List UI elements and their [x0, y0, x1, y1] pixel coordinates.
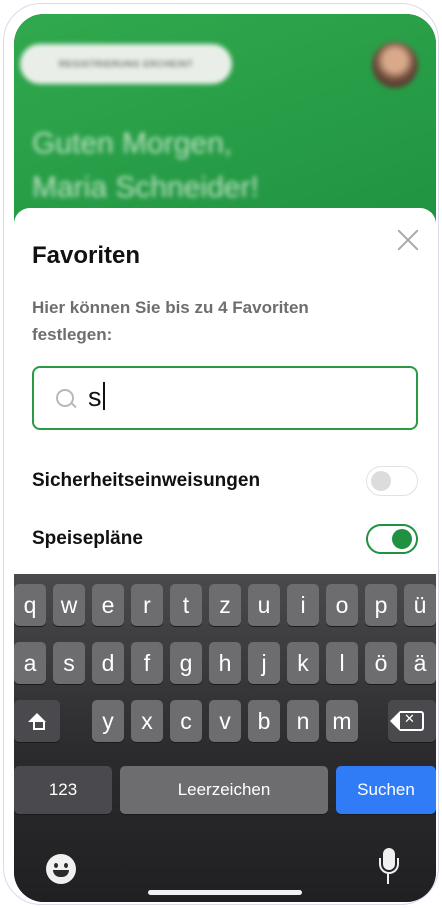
- key-p[interactable]: p: [365, 584, 397, 626]
- key-d[interactable]: d: [92, 642, 124, 684]
- key-e[interactable]: e: [92, 584, 124, 626]
- shift-key[interactable]: [14, 700, 60, 742]
- key-g[interactable]: g: [170, 642, 202, 684]
- greeting: Guten Morgen, Maria Schneider!: [32, 122, 259, 210]
- toggle-knob: [371, 471, 391, 491]
- favorites-sheet: Favoriten Hier können Sie bis zu 4 Favor…: [14, 208, 436, 588]
- registration-pill[interactable]: REGISTRIERUNG ERCHEINT: [20, 44, 232, 84]
- key-f[interactable]: f: [131, 642, 163, 684]
- favorite-row-safety: Sicherheitseinweisungen: [32, 464, 418, 498]
- key-x[interactable]: x: [131, 700, 163, 742]
- key-y[interactable]: y: [92, 700, 124, 742]
- key-z[interactable]: z: [209, 584, 241, 626]
- keyboard-row-2: a s d f g h j k l ö ä: [14, 642, 436, 684]
- greeting-line-2: Maria Schneider!: [32, 171, 259, 204]
- key-w[interactable]: w: [53, 584, 85, 626]
- sheet-title: Favoriten: [32, 242, 141, 269]
- onscreen-keyboard: q w e r t z u i o p ü a s d f g h j k l …: [14, 574, 436, 902]
- key-k[interactable]: k: [287, 642, 319, 684]
- avatar[interactable]: [372, 42, 418, 88]
- favorite-label: Sicherheitseinweisungen: [32, 470, 261, 491]
- favorite-row-menus: Speisepläne: [32, 522, 418, 556]
- key-i[interactable]: i: [287, 584, 319, 626]
- key-v[interactable]: v: [209, 700, 241, 742]
- keyboard-row-4: 123 Leerzeichen Suchen: [14, 766, 436, 814]
- greeting-line-1: Guten Morgen,: [32, 127, 233, 160]
- key-u[interactable]: u: [248, 584, 280, 626]
- close-icon[interactable]: [396, 228, 420, 252]
- microphone-icon[interactable]: [378, 848, 400, 888]
- key-o[interactable]: o: [326, 584, 358, 626]
- search-value: s: [88, 382, 105, 413]
- key-q[interactable]: q: [14, 584, 46, 626]
- key-n[interactable]: n: [287, 700, 319, 742]
- key-s[interactable]: s: [53, 642, 85, 684]
- key-ae[interactable]: ä: [404, 642, 436, 684]
- key-r[interactable]: r: [131, 584, 163, 626]
- search-input[interactable]: s: [32, 366, 418, 430]
- backspace-icon: [390, 711, 424, 731]
- keyboard-row-1: q w e r t z u i o p ü: [14, 584, 436, 626]
- key-a[interactable]: a: [14, 642, 46, 684]
- favorite-toggle-safety[interactable]: [366, 466, 418, 496]
- home-indicator[interactable]: [148, 890, 302, 895]
- microphone-stand: [387, 874, 389, 884]
- phone-screen: REGISTRIERUNG ERCHEINT Guten Morgen, Mar…: [14, 14, 436, 902]
- favorite-label: Speisepläne: [32, 528, 143, 549]
- key-l[interactable]: l: [326, 642, 358, 684]
- sheet-subtitle: Hier können Sie bis zu 4 Favoriten festl…: [32, 298, 309, 344]
- emoji-icon[interactable]: [46, 854, 76, 884]
- space-key[interactable]: Leerzeichen: [120, 766, 328, 814]
- key-h[interactable]: h: [209, 642, 241, 684]
- search-key[interactable]: Suchen: [336, 766, 436, 814]
- favorite-toggle-menus[interactable]: [366, 524, 418, 554]
- backspace-key[interactable]: [388, 700, 436, 742]
- numbers-key[interactable]: 123: [14, 766, 112, 814]
- key-t[interactable]: t: [170, 584, 202, 626]
- key-b[interactable]: b: [248, 700, 280, 742]
- key-m[interactable]: m: [326, 700, 358, 742]
- key-c[interactable]: c: [170, 700, 202, 742]
- key-ue[interactable]: ü: [404, 584, 436, 626]
- device-frame: REGISTRIERUNG ERCHEINT Guten Morgen, Mar…: [3, 3, 439, 905]
- search-text: s: [88, 382, 102, 412]
- text-caret: [102, 382, 105, 410]
- keyboard-row-3: y x c v b n m: [14, 700, 436, 742]
- shift-icon: [28, 712, 46, 730]
- toggle-knob: [392, 529, 412, 549]
- key-j[interactable]: j: [248, 642, 280, 684]
- search-icon: [56, 389, 74, 407]
- key-oe[interactable]: ö: [365, 642, 397, 684]
